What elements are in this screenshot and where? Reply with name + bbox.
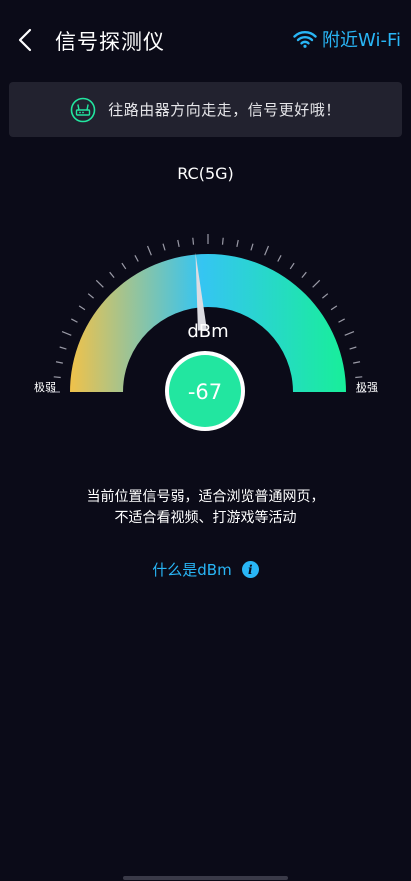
gauge-tick: [162, 243, 166, 251]
gauge-unit: dBm: [187, 321, 228, 342]
header: 信号探测仪 附近Wi-Fi: [0, 0, 411, 80]
wifi-icon: [293, 31, 317, 48]
gauge-tick: [95, 279, 104, 288]
signal-status: 当前位置信号弱，适合浏览普通网页， 不适合看视频、打游戏等活动: [0, 487, 411, 529]
tip-text: 往路由器方向走走，信号更好哦！: [108, 101, 341, 119]
status-line-2: 不适合看视频、打游戏等活动: [114, 510, 297, 526]
chevron-left-icon: [18, 28, 32, 52]
gauge-tick: [322, 293, 329, 299]
label-max: 极强: [356, 380, 378, 394]
gauge-tick: [192, 237, 195, 245]
what-is-dbm-text: 什么是dBm: [152, 561, 232, 579]
home-indicator[interactable]: [123, 876, 288, 880]
gauge-tick: [264, 245, 270, 256]
gauge-tick: [312, 279, 321, 288]
gauge-tick: [78, 305, 86, 311]
page-title: 信号探测仪: [55, 30, 165, 54]
gauge-tick: [289, 262, 295, 270]
gauge-tick: [330, 305, 338, 311]
signal-value: -67: [188, 380, 222, 404]
gauge-tick: [53, 376, 61, 379]
gauge-tick: [250, 243, 254, 251]
signal-gauge: dBm -67 极弱 极强: [34, 234, 378, 431]
gauge-tick: [71, 318, 78, 323]
router-icon: [70, 97, 96, 122]
gauge-tick: [301, 271, 307, 278]
gauge-tick: [221, 237, 224, 245]
nearby-wifi-button[interactable]: 附近Wi-Fi: [293, 26, 401, 52]
gauge-tick: [236, 239, 239, 247]
gauge-tick: [177, 239, 180, 247]
gauge-tick: [59, 346, 67, 350]
gauge-tick: [121, 262, 127, 270]
tip-banner: 往路由器方向走走，信号更好哦！: [9, 82, 402, 137]
info-icon: i: [241, 561, 259, 578]
back-button[interactable]: [12, 22, 42, 58]
gauge-tick: [61, 330, 72, 336]
label-min: 极弱: [34, 380, 56, 394]
gauge-tick: [344, 330, 355, 336]
gauge-tick: [55, 361, 63, 364]
gauge-tick: [277, 255, 282, 262]
gauge-tick: [349, 346, 357, 350]
network-name: RC(5G): [177, 164, 234, 183]
status-line-1: 当前位置信号弱，适合浏览普通网页，: [86, 489, 325, 505]
gauge-tick: [353, 361, 361, 364]
gauge-tick: [109, 271, 115, 278]
gauge-tick: [338, 318, 345, 323]
gauge-tick: [146, 245, 152, 256]
signal-detector-screen: 信号探测仪 附近Wi-Fi 往路由器方向走走，信号更好哦！ RC(5G) dBm…: [0, 0, 411, 881]
gauge-tick: [355, 376, 363, 379]
what-is-dbm-link[interactable]: 什么是dBm i: [0, 559, 411, 580]
gauge-tick: [134, 255, 139, 262]
gauge-tick: [87, 293, 94, 299]
nearby-wifi-label: 附近Wi-Fi: [322, 30, 401, 51]
